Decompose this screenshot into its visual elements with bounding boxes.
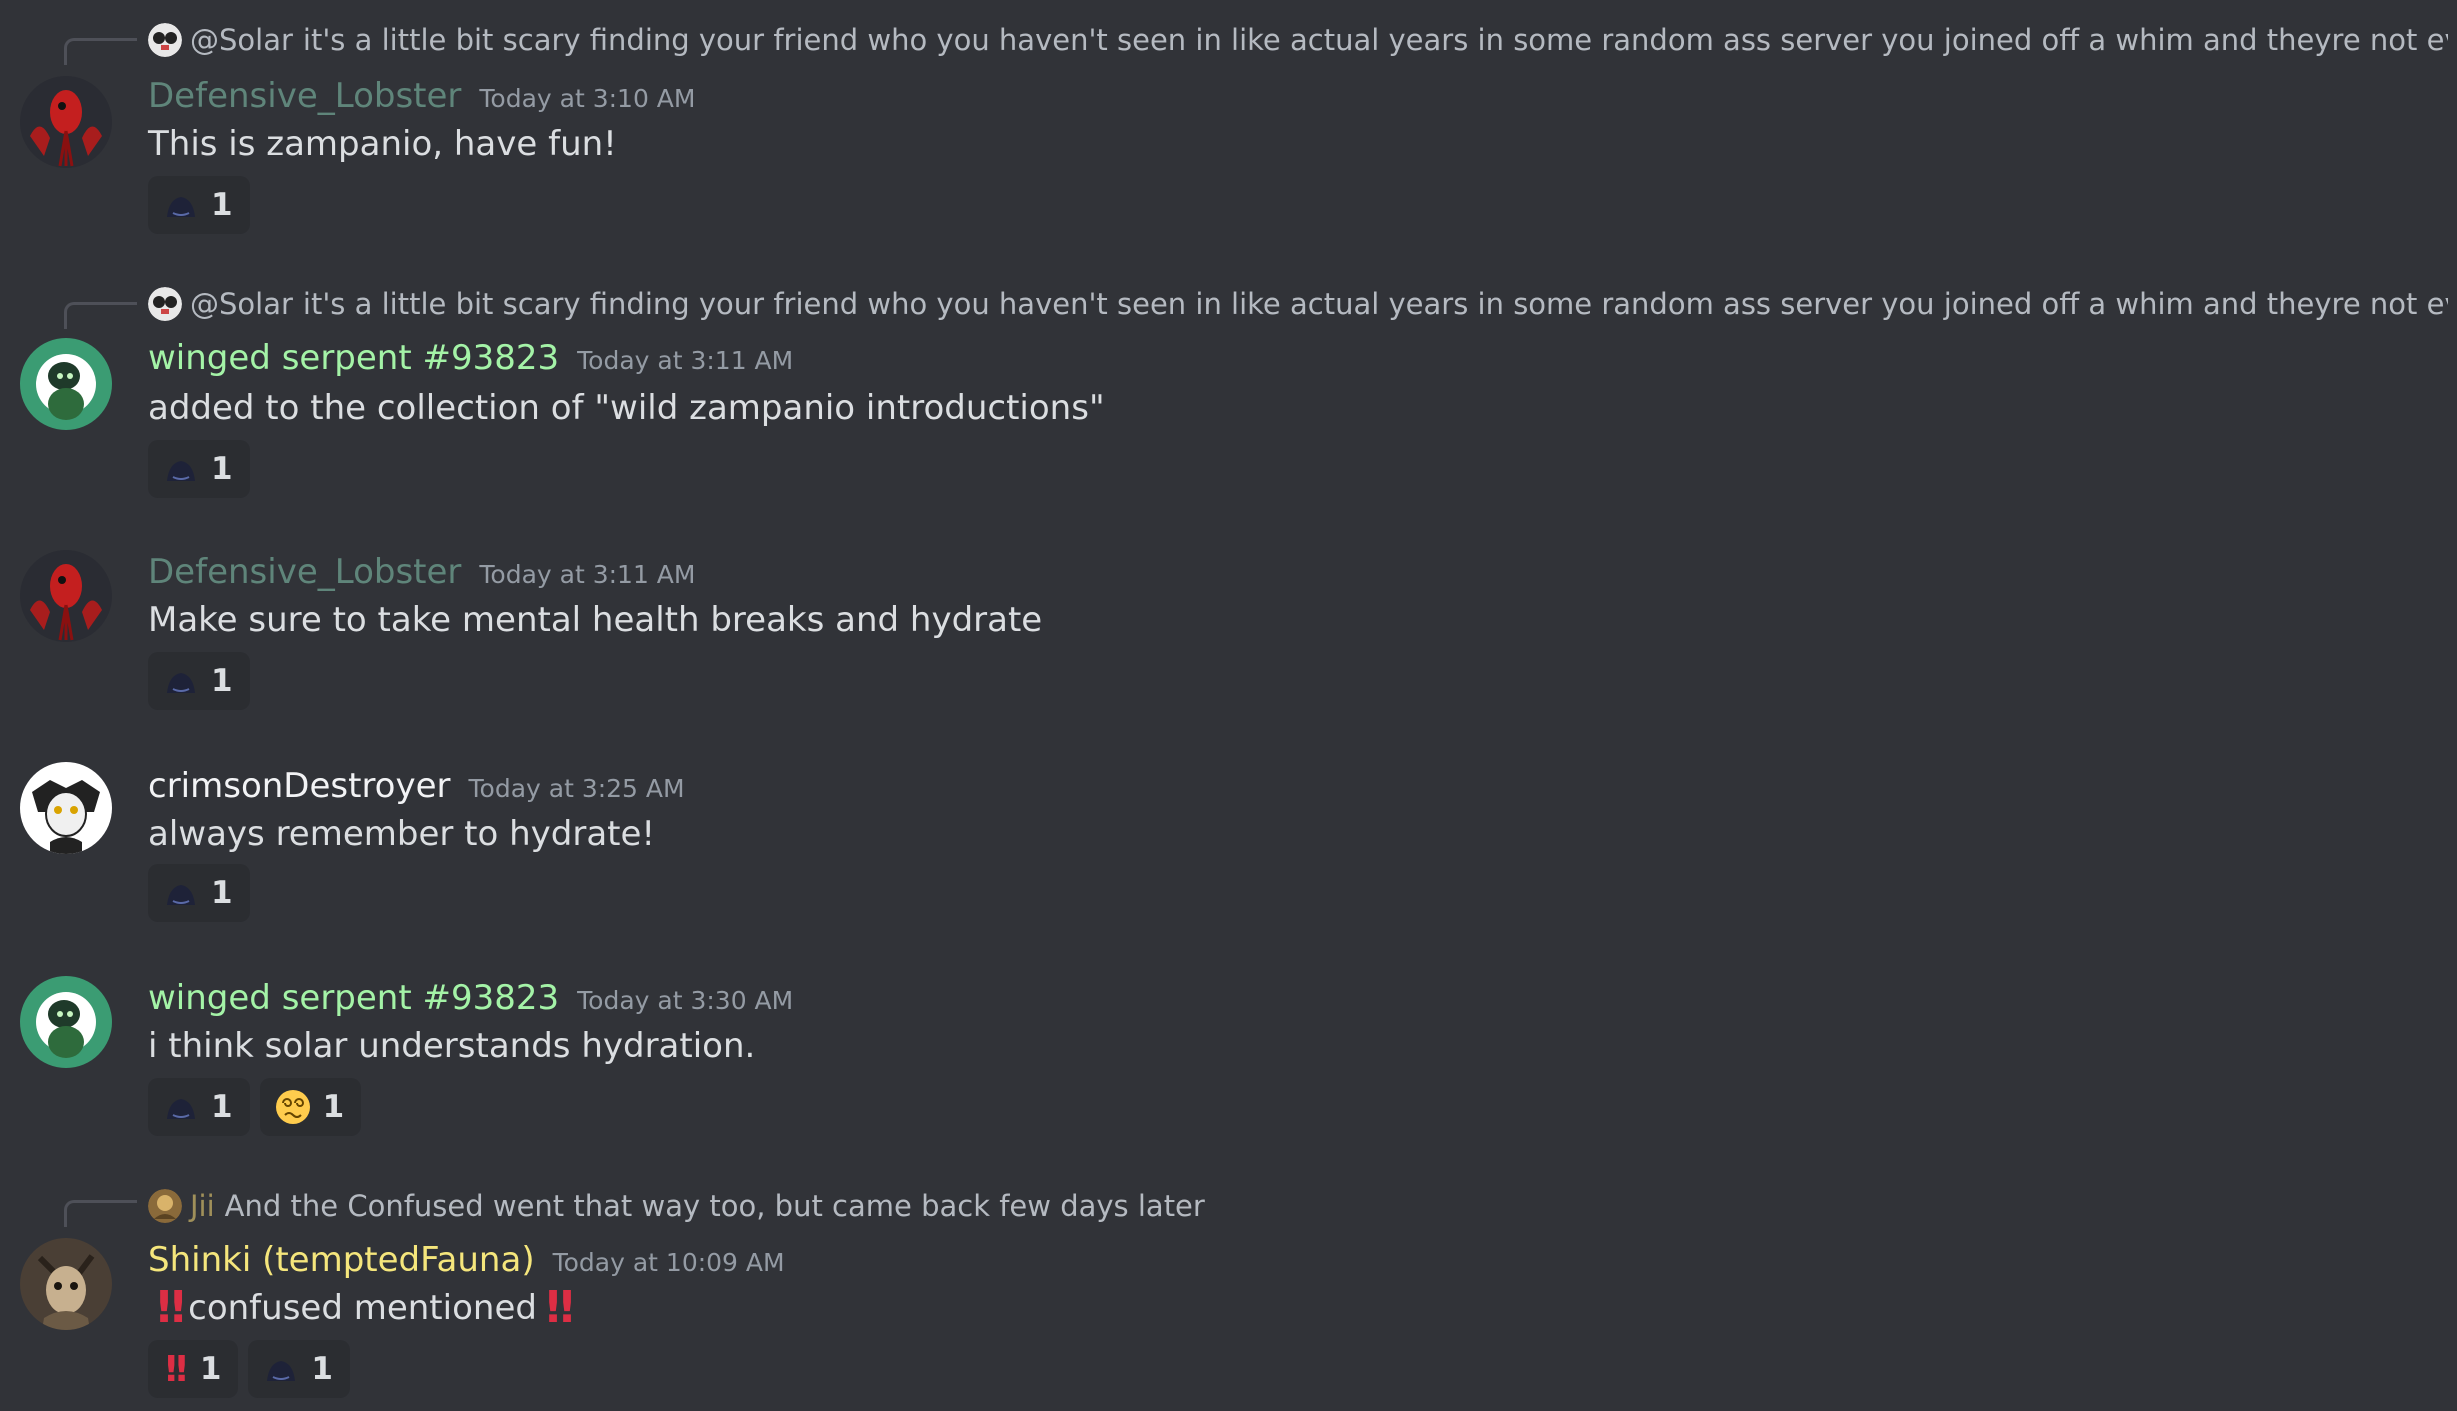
- reaction-button[interactable]: 1: [148, 1078, 250, 1136]
- reply-connector: [64, 1200, 137, 1227]
- reply-text: it's a little bit scary finding your fri…: [302, 23, 2448, 57]
- dizzy-face-emoji-icon: [275, 1090, 310, 1124]
- jii-avatar: [148, 1189, 182, 1223]
- reply-text: it's a little bit scary finding your fri…: [302, 287, 2448, 321]
- dark-hat-emoji-icon: [167, 1099, 195, 1119]
- username[interactable]: Shinki (temptedFauna): [148, 1240, 535, 1280]
- timestamp[interactable]: Today at 3:10 AM: [479, 84, 695, 113]
- username[interactable]: Defensive_Lobster: [148, 552, 461, 592]
- timestamp[interactable]: Today at 3:25 AM: [469, 774, 685, 803]
- message-text: Make sure to take mental health breaks a…: [148, 600, 1043, 640]
- message-text: This is zampanio, have fun!: [148, 124, 617, 164]
- avatar[interactable]: [20, 338, 112, 430]
- reaction-count: 1: [211, 1089, 233, 1125]
- avatar[interactable]: [20, 762, 112, 854]
- dark-hat-emoji-icon: [167, 197, 195, 217]
- reaction-button[interactable]: !! 1: [148, 1340, 239, 1398]
- reaction-count: 1: [211, 451, 233, 487]
- username[interactable]: Defensive_Lobster: [148, 76, 461, 116]
- avatar[interactable]: [20, 1238, 112, 1330]
- reaction-count: 1: [322, 1089, 345, 1125]
- dark-hat-emoji-icon: [267, 1361, 296, 1381]
- reply-author[interactable]: @Solar: [190, 23, 293, 57]
- dark-hat-emoji-icon: [167, 673, 195, 693]
- timestamp[interactable]: Today at 3:11 AM: [577, 346, 793, 375]
- reaction-button[interactable]: 1: [148, 652, 250, 710]
- reply-author[interactable]: @Solar: [190, 287, 293, 321]
- reaction-count: 1: [211, 875, 233, 911]
- reaction-count: 1: [211, 187, 233, 223]
- solar-avatar: [148, 287, 182, 321]
- username[interactable]: winged serpent #93823: [148, 338, 559, 378]
- avatar[interactable]: [20, 550, 112, 642]
- reply-preview[interactable]: @Solar it's a little bit scary finding y…: [148, 20, 2448, 60]
- reply-connector: [64, 302, 137, 329]
- message-text: i think solar understands hydration.: [148, 1026, 756, 1066]
- timestamp[interactable]: Today at 10:09 AM: [553, 1248, 785, 1277]
- dark-hat-emoji-icon: [167, 461, 195, 481]
- reaction-count: 1: [199, 1351, 222, 1387]
- username[interactable]: crimsonDestroyer: [148, 766, 451, 806]
- timestamp[interactable]: Today at 3:11 AM: [479, 560, 695, 589]
- message-content: !! confused mentioned !!: [148, 1282, 577, 1333]
- reaction-count: 1: [311, 1351, 333, 1387]
- double-exclamation-emoji-icon: !!: [154, 1282, 188, 1333]
- avatar[interactable]: [20, 76, 112, 168]
- reply-text: And the Confused went that way too, but …: [224, 1189, 1205, 1223]
- double-exclamation-emoji-icon: !!: [163, 1348, 190, 1390]
- message-text: confused mentioned: [188, 1287, 537, 1328]
- dark-hat-emoji-icon: [167, 885, 195, 905]
- username[interactable]: winged serpent #93823: [148, 978, 559, 1018]
- reply-connector: [64, 38, 137, 65]
- avatar[interactable]: [20, 976, 112, 1068]
- reaction-button[interactable]: 1: [148, 176, 250, 234]
- double-exclamation-emoji-icon: !!: [542, 1282, 577, 1333]
- solar-avatar: [148, 23, 182, 57]
- timestamp[interactable]: Today at 3:30 AM: [577, 986, 793, 1015]
- message-text: always remember to hydrate!: [148, 814, 656, 854]
- reaction-count: 1: [211, 663, 233, 699]
- reaction-button[interactable]: 1: [259, 1078, 362, 1136]
- reaction-button[interactable]: 1: [148, 864, 250, 922]
- reply-preview[interactable]: @Solar it's a little bit scary finding y…: [148, 284, 2448, 324]
- reaction-button[interactable]: 1: [248, 1340, 350, 1398]
- reaction-button[interactable]: 1: [148, 440, 250, 498]
- message-text: added to the collection of "wild zampani…: [148, 388, 1105, 428]
- reply-preview[interactable]: Jii And the Confused went that way too, …: [148, 1186, 2448, 1226]
- reply-author[interactable]: Jii: [190, 1189, 215, 1223]
